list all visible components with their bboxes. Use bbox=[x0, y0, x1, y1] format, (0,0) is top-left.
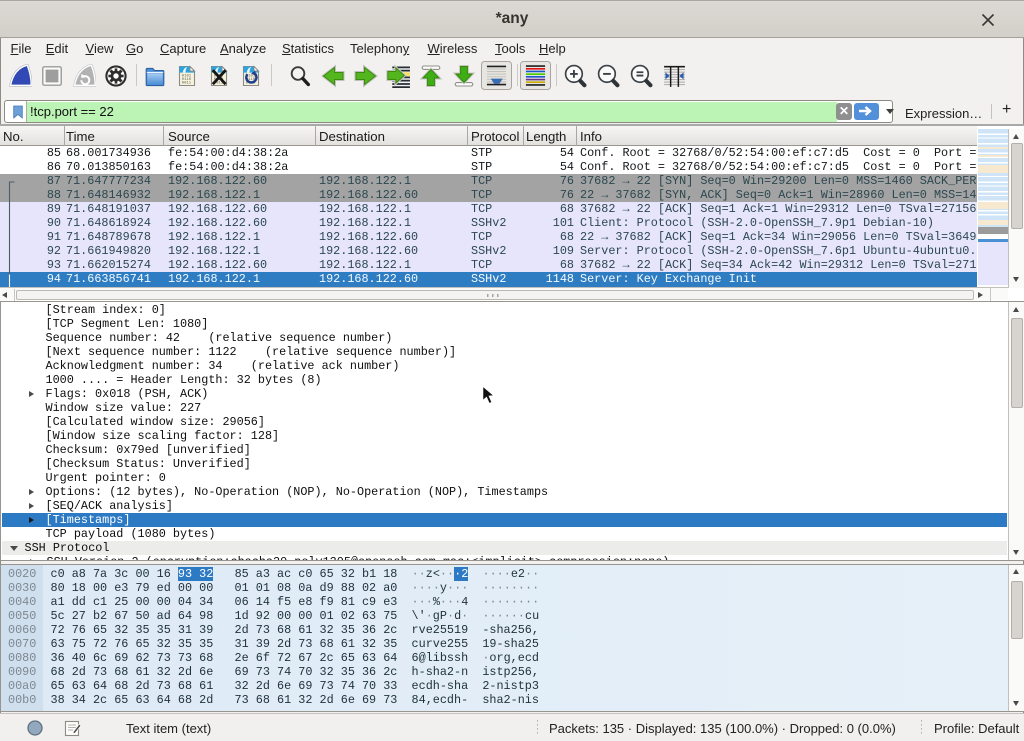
svg-text:0011: 0011 bbox=[182, 81, 192, 85]
